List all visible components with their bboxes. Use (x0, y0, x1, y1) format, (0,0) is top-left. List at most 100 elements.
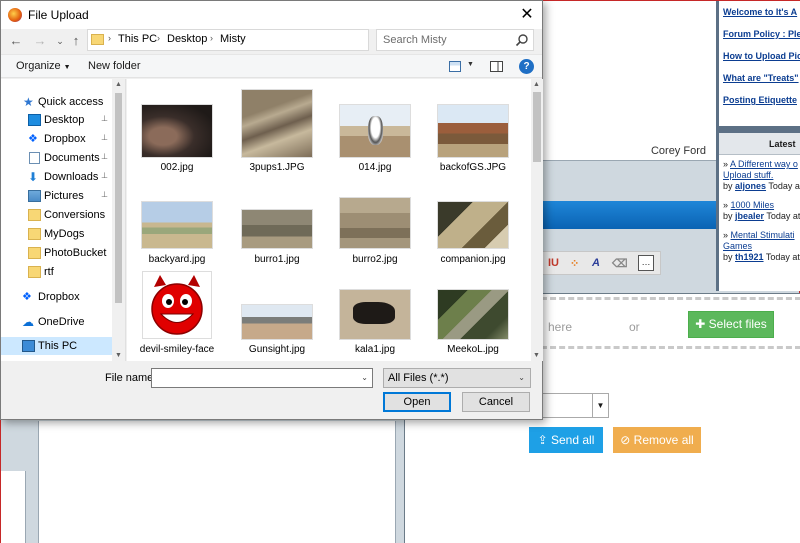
file-name-row: File name: ⌄ All Files (*.*) ⌄ (1, 363, 542, 393)
scroll-up-icon[interactable]: ▲ (533, 81, 540, 88)
latest-topic-link[interactable]: Mental Stimulati (731, 230, 795, 240)
clear-format-icon[interactable]: ⌫ (612, 257, 628, 270)
latest-header: Latest (719, 133, 800, 155)
search-box[interactable]: Search Misty (376, 29, 534, 51)
breadcrumb-this-pc[interactable]: This PC (118, 33, 157, 45)
latest-topic-link[interactable]: Upload stuff. (723, 170, 773, 180)
search-input[interactable]: Search Misty (383, 34, 447, 46)
view-dropdown-icon[interactable]: ▼ (467, 61, 474, 68)
sidebar-link[interactable]: What are "Treats" (723, 73, 800, 83)
scroll-up-icon[interactable]: ▲ (115, 81, 122, 88)
file-list-scrollbar[interactable]: ▲ ▼ (531, 79, 543, 361)
nav-item-photobucket[interactable]: PhotoBucket (1, 244, 112, 262)
star-icon: ★ (23, 95, 34, 109)
pictures-icon (28, 190, 41, 202)
file-name-input[interactable]: ⌄ (151, 368, 373, 388)
drop-here-text: here (548, 320, 573, 334)
folder-icon (28, 228, 41, 240)
remove-all-button[interactable]: ⊘ Remove all (613, 427, 701, 453)
downloads-icon: ⬇ (28, 170, 39, 184)
file-tile[interactable]: backofGS.JPG (427, 89, 519, 181)
scroll-down-icon[interactable]: ▼ (115, 352, 122, 359)
latest-user-link[interactable]: th1921 (735, 252, 764, 262)
file-tile[interactable]: 3pups1.JPG (231, 89, 323, 181)
nav-item-documents[interactable]: Documents ⊥ (1, 149, 112, 167)
file-tile[interactable]: Gunsight.jpg (231, 271, 323, 361)
folder-icon (28, 247, 41, 259)
nav-item-mydogs[interactable]: MyDogs (1, 225, 112, 243)
nav-dropbox[interactable]: ❖ Dropbox (1, 288, 112, 306)
folder-icon (91, 34, 104, 45)
image-thumbnail (141, 104, 213, 158)
search-icon (515, 34, 528, 47)
sidebar-link[interactable]: Posting Etiquette (723, 95, 800, 105)
file-tile[interactable]: devil-smiley-face (131, 271, 223, 361)
nav-item-desktop[interactable]: Desktop ⊥ (1, 111, 112, 129)
file-tile[interactable]: backyard.jpg (131, 181, 223, 273)
latest-topic-link[interactable]: A Different way o (730, 159, 798, 169)
chevron-down-icon: ▼ (592, 394, 608, 417)
forward-arrow-icon[interactable]: → (31, 32, 49, 50)
breadcrumb-misty[interactable]: Misty (220, 33, 246, 45)
latest-topic-link[interactable]: Games (723, 241, 752, 251)
view-options-icon[interactable] (449, 61, 461, 72)
file-tile[interactable]: 014.jpg (329, 89, 421, 181)
upload-option-select[interactable]: ▼ (541, 393, 609, 418)
breadcrumb-desktop[interactable]: Desktop (167, 33, 207, 45)
more-options-icon[interactable]: … (638, 255, 654, 271)
organize-button[interactable]: Organize ▼ (16, 60, 71, 72)
pin-icon: ⊥ (101, 152, 108, 161)
italic-underline-icon[interactable]: IU (548, 257, 559, 269)
back-arrow-icon[interactable]: ← (7, 32, 25, 50)
latest-topic-link[interactable]: 1000 Miles (731, 200, 775, 210)
preview-pane-icon[interactable] (490, 61, 503, 72)
file-tile[interactable]: companion.jpg (427, 181, 519, 273)
nav-quick-access[interactable]: ★ Quick access (1, 93, 112, 111)
file-type-select[interactable]: All Files (*.*) ⌄ (383, 368, 531, 388)
font-icon[interactable]: A (592, 257, 600, 269)
file-name-label: File name: (105, 372, 157, 384)
latest-item: » Mental Stimulati Games by th1921 Today… (723, 230, 800, 262)
chevron-down-icon[interactable]: ⌄ (361, 373, 368, 382)
desktop-icon (28, 114, 41, 126)
cancel-button[interactable]: Cancel (462, 392, 530, 412)
nav-item-downloads[interactable]: ⬇ Downloads ⊥ (1, 168, 112, 186)
file-tile[interactable]: burro1.jpg (231, 181, 323, 273)
nav-item-dropbox[interactable]: ❖ Dropbox ⊥ (1, 130, 112, 148)
latest-item: » A Different way o Upload stuff. by alj… (723, 159, 800, 191)
up-arrow-icon[interactable]: ↑ (67, 32, 85, 50)
address-bar[interactable]: › This PC › Desktop › Misty ⌄ ↻ (87, 29, 450, 51)
nav-this-pc[interactable]: This PC (1, 337, 112, 355)
cloud-icon: ☁ (22, 315, 34, 329)
file-list: 002.jpg 3pups1.JPG 014.jpg backofGS.JPG … (127, 79, 531, 361)
close-icon[interactable]: ✕ (512, 1, 542, 29)
open-button[interactable]: Open (383, 392, 451, 412)
send-all-button[interactable]: ⇪ Send all (529, 427, 603, 453)
color-palette-icon[interactable]: ⁘ (570, 257, 579, 270)
file-tile[interactable]: burro2.jpg (329, 181, 421, 273)
sidebar-link[interactable]: Forum Policy : Plea (723, 29, 800, 39)
file-tile[interactable]: 002.jpg (131, 89, 223, 181)
nav-item-rtf[interactable]: rtf (1, 263, 112, 281)
dialog-titlebar[interactable]: File Upload ✕ (1, 1, 542, 29)
scrollbar-thumb[interactable] (533, 92, 541, 162)
new-folder-button[interactable]: New folder (88, 60, 141, 72)
file-tile[interactable]: MeekoL.jpg (427, 271, 519, 361)
post-author: Corey Ford (650, 145, 706, 157)
reply-editor-area (38, 421, 396, 543)
sidebar-link[interactable]: How to Upload Pic (723, 51, 800, 61)
help-icon[interactable]: ? (519, 59, 534, 74)
navigation-row: ← → ⌄ ↑ › This PC › Desktop › Misty ⌄ ↻ … (1, 29, 542, 53)
file-tile[interactable]: kala1.jpg (329, 271, 421, 361)
latest-user-link[interactable]: jbealer (735, 211, 764, 221)
latest-user-link[interactable]: aljones (735, 181, 766, 191)
scrollbar-thumb[interactable] (115, 93, 122, 303)
scroll-down-icon[interactable]: ▼ (533, 352, 540, 359)
sidebar-link[interactable]: Welcome to It's A (723, 7, 800, 17)
nav-item-pictures[interactable]: Pictures ⊥ (1, 187, 112, 205)
select-files-button[interactable]: ✚ Select files (688, 311, 774, 338)
image-thumbnail (437, 289, 509, 340)
nav-onedrive[interactable]: ☁ OneDrive (1, 313, 112, 331)
nav-item-conversions[interactable]: Conversions (1, 206, 112, 224)
nav-pane-scrollbar[interactable]: ▲ ▼ (112, 79, 125, 361)
